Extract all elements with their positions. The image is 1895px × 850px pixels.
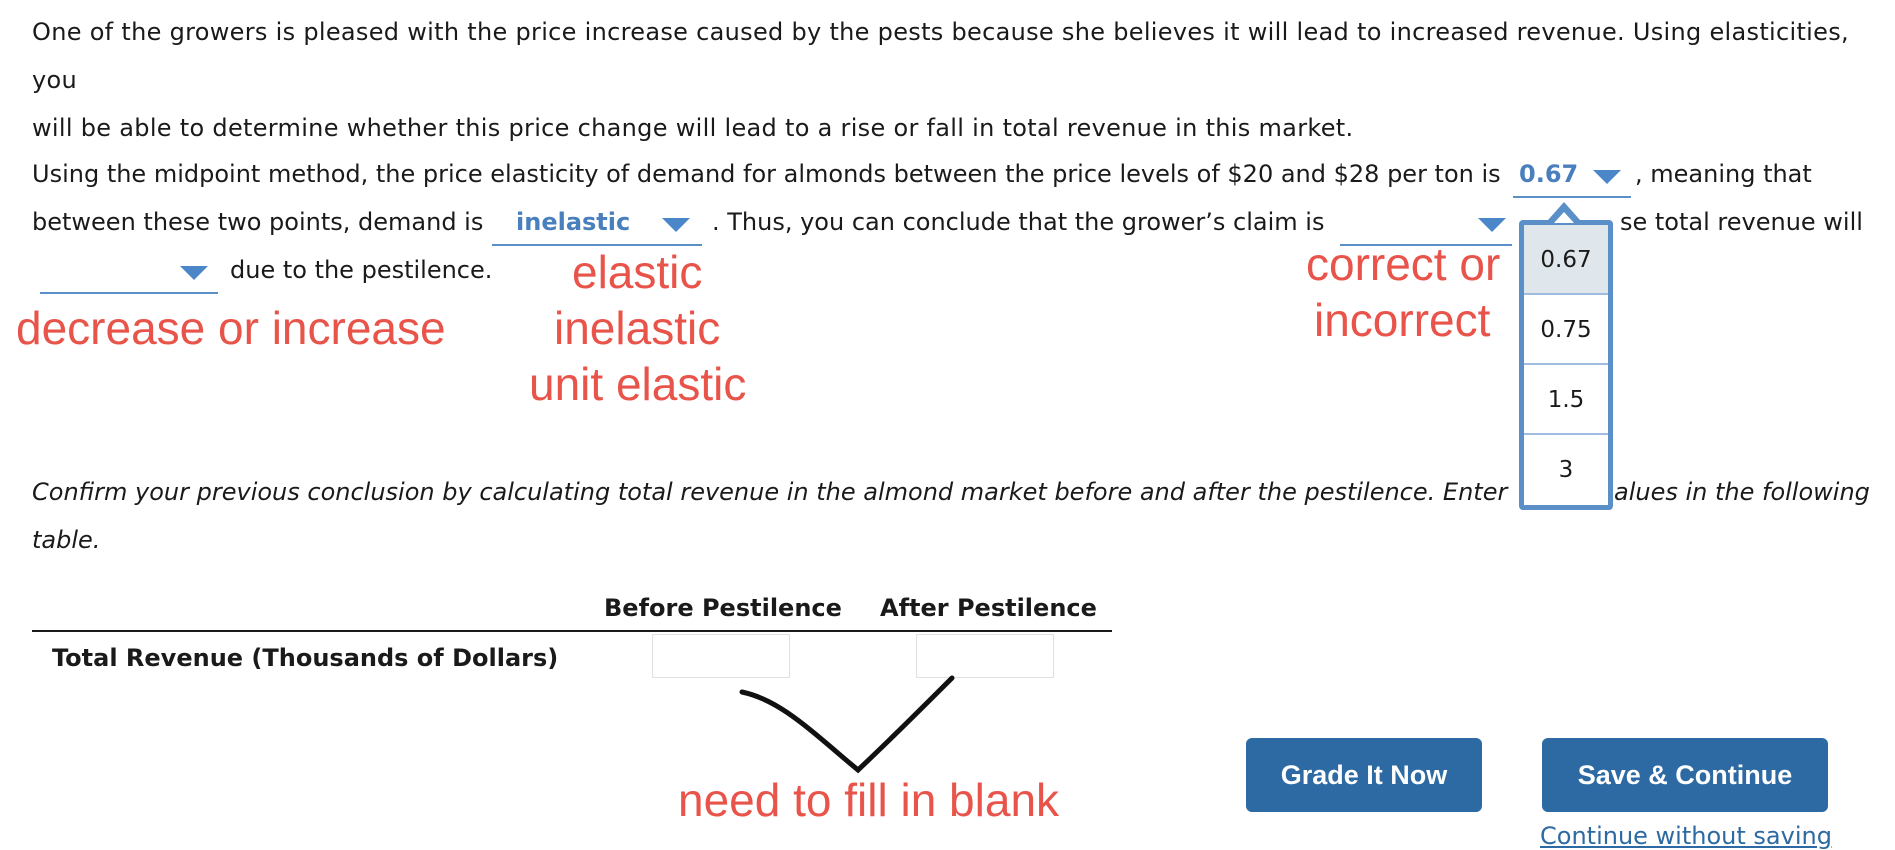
grade-it-now-button[interactable]: Grade It Now (1246, 738, 1482, 812)
intro-line-1: One of the growers is pleased with the p… (32, 18, 1849, 94)
annotation-decrease-increase: decrease or increase (16, 302, 446, 354)
chevron-down-icon (1478, 218, 1506, 232)
question-line-1-end: , meaning that (1635, 160, 1812, 188)
question-line-2-start: between these two points, demand is (32, 208, 484, 236)
chevron-down-icon (662, 218, 690, 232)
elasticity-value-select[interactable]: 0.67 (1513, 156, 1631, 198)
revenue-change-select[interactable] (40, 252, 218, 294)
confirm-line-1-end: alues in the following (1614, 478, 1870, 506)
annotation-incorrect: incorrect (1314, 294, 1491, 346)
demand-type-select[interactable]: inelastic (492, 204, 702, 246)
save-continue-button[interactable]: Save & Continue (1542, 738, 1828, 812)
row-label-total-revenue: Total Revenue (Thousands of Dollars) (52, 644, 559, 672)
dropdown-option[interactable]: 3 (1524, 435, 1608, 505)
annotation-inelastic: inelastic (554, 302, 721, 354)
elasticity-value-current: 0.67 (1519, 160, 1579, 188)
intro-paragraph: One of the growers is pleased with the p… (32, 8, 1872, 152)
dropdown-option[interactable]: 1.5 (1524, 365, 1608, 435)
dropdown-option[interactable]: 0.75 (1524, 295, 1608, 365)
demand-type-current: inelastic (516, 208, 631, 236)
annotation-fill-blank: need to fill in blank (678, 774, 1060, 826)
question-line-2-middle: . Thus, you can conclude that the grower… (712, 208, 1325, 236)
question-line-2-end: se total revenue will (1620, 208, 1863, 236)
checkmark-annotation-icon (739, 675, 955, 774)
table-header-divider (32, 630, 1112, 632)
annotation-elastic: elastic (572, 246, 703, 298)
chevron-down-icon (1593, 170, 1621, 184)
annotation-correct: correct or (1306, 238, 1501, 290)
col-header-before: Before Pestilence (604, 594, 842, 622)
intro-line-2: will be able to determine whether this p… (32, 114, 1354, 142)
elasticity-dropdown-list: 0.67 0.75 1.5 3 (1519, 220, 1613, 510)
confirm-line-2: table. (32, 526, 101, 554)
question-line-3: due to the pestilence. (230, 256, 493, 284)
col-header-after: After Pestilence (880, 594, 1097, 622)
confirm-line-1-start: Confirm your previous conclusion by calc… (32, 478, 1508, 506)
dropdown-caret-inner (1554, 212, 1574, 223)
dropdown-option[interactable]: 0.67 (1524, 225, 1608, 295)
annotation-unit-elastic: unit elastic (529, 358, 747, 410)
chevron-down-icon (180, 266, 208, 280)
question-line-1-start: Using the midpoint method, the price ela… (32, 160, 1501, 188)
continue-without-saving-link[interactable]: Continue without saving (1540, 822, 1832, 850)
